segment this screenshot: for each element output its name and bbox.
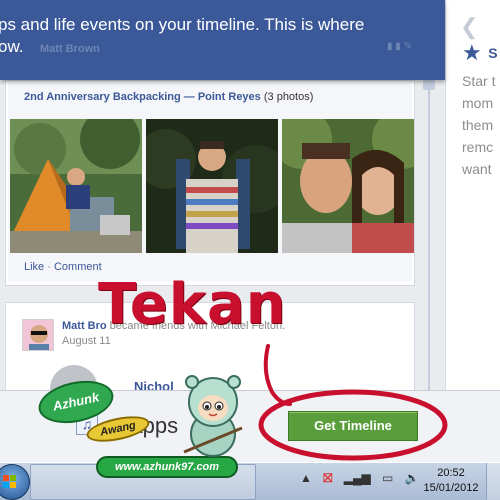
album-actions: Like · Comment [24, 261, 102, 273]
watermark-url: www.azhunk97.com [96, 456, 238, 478]
comment-link[interactable]: Comment [54, 261, 102, 273]
album-photo-count: (3 photos) [263, 91, 314, 103]
album-photo-3[interactable] [282, 119, 414, 253]
album-photo-1[interactable] [10, 119, 142, 253]
desc-line: want [462, 161, 492, 177]
get-timeline-button[interactable]: Get Timeline [288, 411, 418, 441]
system-tray: ▲ ⛝ ▂▄▆ ▭ 🔈 [300, 471, 428, 486]
desc-line: them [462, 117, 494, 133]
annotation-tekan-text: Tekan [98, 272, 287, 337]
battery-icon[interactable]: ▭ [382, 471, 393, 485]
windows-logo-icon [3, 475, 17, 489]
album-photo-2[interactable] [146, 119, 278, 253]
album-heading: 2nd Anniversary Backpacking — Point Reye… [24, 91, 313, 103]
star-feature-description: Star t mom them remc want [462, 70, 500, 180]
timeline-intro-banner: ps and life events on your timeline. Thi… [0, 0, 445, 80]
antivirus-icon[interactable]: ⛝ [323, 471, 332, 486]
desc-line: Star t [462, 73, 496, 89]
clock-date: 15/01/2012 [423, 482, 479, 494]
timeline-spine-marker [423, 80, 435, 90]
desc-line: mom [462, 95, 494, 111]
share-arrow-icon[interactable]: ❮ [460, 14, 478, 40]
taskbar-clock[interactable]: 20:52 15/01/2012 [420, 466, 482, 496]
right-sidebar: ❮ ★ S Star t mom them remc want [445, 0, 500, 390]
volume-icon[interactable]: 🔈 [405, 471, 420, 485]
action-separator: · [47, 261, 51, 273]
banner-text-line-1: ps and life events on your timeline. Thi… [0, 15, 365, 34]
desc-line: remc [462, 139, 494, 155]
show-desktop-button[interactable] [486, 463, 500, 500]
star-feature-heading: ★ S [462, 40, 498, 66]
banner-ghost-icons: ▮ ▮ ✎ [387, 41, 412, 52]
banner-ghost-name: Matt Brown [40, 43, 100, 55]
clock-time: 20:52 [437, 467, 465, 479]
watermark-logo: Azhunk Awang www.azhunk97.com [28, 372, 268, 488]
like-link[interactable]: Like [24, 261, 44, 273]
album-story-inner: 2nd Anniversary Backpacking — Point Reye… [8, 81, 414, 281]
avatar[interactable] [22, 319, 54, 351]
timeline-spine [428, 80, 430, 390]
show-hidden-icons-icon[interactable]: ▲ [300, 471, 312, 485]
network-signal-icon[interactable]: ▂▄▆ [344, 471, 371, 485]
album-story-card: 2nd Anniversary Backpacking — Point Reye… [5, 80, 415, 286]
star-feature-title: S [488, 45, 498, 61]
star-icon[interactable]: ★ [462, 40, 482, 65]
mascot-icon [183, 375, 243, 457]
start-button[interactable] [0, 464, 30, 500]
album-title-link[interactable]: 2nd Anniversary Backpacking — Point Reye… [24, 91, 261, 103]
